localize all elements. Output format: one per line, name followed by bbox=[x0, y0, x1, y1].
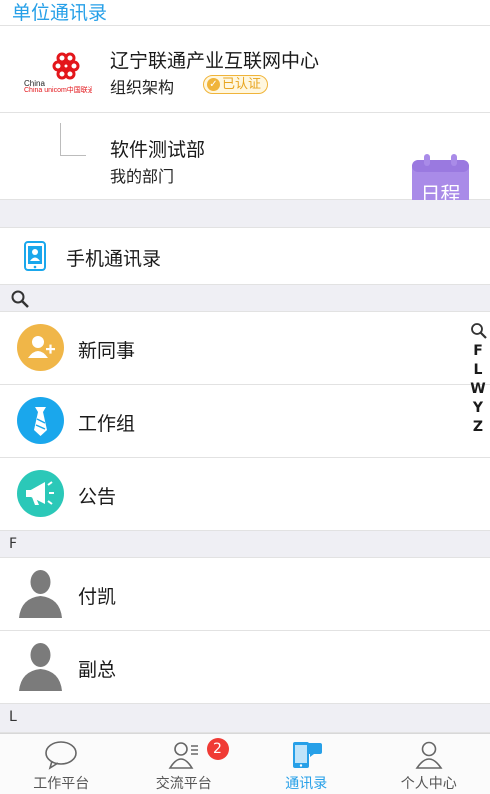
unread-badge: 2 bbox=[206, 738, 229, 760]
avatar bbox=[17, 568, 64, 622]
org-row[interactable]: China China unicom中国联通 辽宁联通产业互联网中心 组织架构 … bbox=[0, 26, 490, 113]
list-item-workgroup[interactable]: 工作组 bbox=[0, 385, 490, 458]
avatar bbox=[17, 641, 64, 695]
contact-name: 付凯 bbox=[78, 586, 117, 608]
phone-contacts-label: 手机通讯录 bbox=[66, 248, 162, 270]
tab-label: 工作平台 bbox=[33, 776, 90, 792]
contact-row[interactable]: 副总 bbox=[0, 631, 490, 704]
list-item-new-colleague[interactable]: 新同事 bbox=[0, 312, 490, 385]
contacts-screen: 单位通讯录 China China unicom中国联通 辽宁联通产业互联网中心… bbox=[0, 0, 490, 794]
phone-contacts-icon bbox=[293, 742, 323, 768]
unicom-logo: China China unicom中国联通 bbox=[22, 46, 95, 94]
contact-row[interactable]: 付凯 bbox=[0, 558, 490, 631]
list-item-announcement[interactable]: 公告 bbox=[0, 458, 490, 531]
tree-connector bbox=[60, 123, 86, 156]
org-subtitle: 组织架构 bbox=[110, 78, 175, 97]
certified-label: 已认证 bbox=[222, 77, 262, 92]
bottom-tab-bar: 工作平台 2 交流平台 通讯录 个人中心 bbox=[0, 733, 490, 794]
person-icon bbox=[415, 741, 443, 769]
org-name: 辽宁联通产业互联网中心 bbox=[110, 50, 320, 72]
tab-personal-center[interactable]: 个人中心 bbox=[368, 734, 490, 794]
tie-icon bbox=[17, 397, 64, 444]
contact-name: 副总 bbox=[78, 659, 117, 681]
list-item-label: 公告 bbox=[78, 486, 117, 508]
list-item-label: 新同事 bbox=[78, 340, 136, 362]
section-header-f: F bbox=[0, 531, 490, 558]
search-bar[interactable] bbox=[0, 285, 490, 312]
tab-work-platform[interactable]: 工作平台 bbox=[0, 734, 123, 794]
tab-label: 通讯录 bbox=[285, 776, 328, 792]
add-user-icon bbox=[17, 324, 64, 371]
index-letter[interactable]: L bbox=[468, 361, 488, 380]
index-letter[interactable]: Y bbox=[468, 399, 488, 418]
page-title: 单位通讯录 bbox=[0, 0, 490, 26]
index-letter[interactable]: F bbox=[468, 342, 488, 361]
tab-label: 交流平台 bbox=[155, 776, 212, 792]
alphabet-index[interactable]: F L W Y Z bbox=[468, 342, 488, 437]
dept-subtitle: 我的部门 bbox=[110, 167, 175, 186]
tab-label: 个人中心 bbox=[400, 776, 457, 792]
section-divider bbox=[0, 200, 490, 228]
section-header-l: L bbox=[0, 704, 490, 733]
list-item-label: 工作组 bbox=[78, 413, 136, 435]
check-icon: ✓ bbox=[207, 78, 220, 91]
index-letter[interactable]: W bbox=[468, 380, 488, 399]
search-icon bbox=[11, 290, 29, 308]
certified-badge: ✓ 已认证 bbox=[203, 75, 269, 94]
phone-contacts-icon bbox=[24, 241, 46, 275]
chat-bubble-icon bbox=[45, 741, 78, 770]
megaphone-icon bbox=[17, 470, 64, 517]
index-letter[interactable]: Z bbox=[468, 418, 488, 437]
tab-communication[interactable]: 2 交流平台 bbox=[123, 734, 246, 794]
contacts-list-icon bbox=[168, 742, 198, 769]
phone-contacts-row[interactable]: 手机通讯录 bbox=[0, 228, 490, 285]
svg-text:China unicom中国联通: China unicom中国联通 bbox=[24, 85, 92, 94]
dept-name: 软件测试部 bbox=[110, 139, 206, 161]
index-search-icon[interactable] bbox=[470, 322, 488, 340]
tab-contacts[interactable]: 通讯录 bbox=[245, 734, 368, 794]
